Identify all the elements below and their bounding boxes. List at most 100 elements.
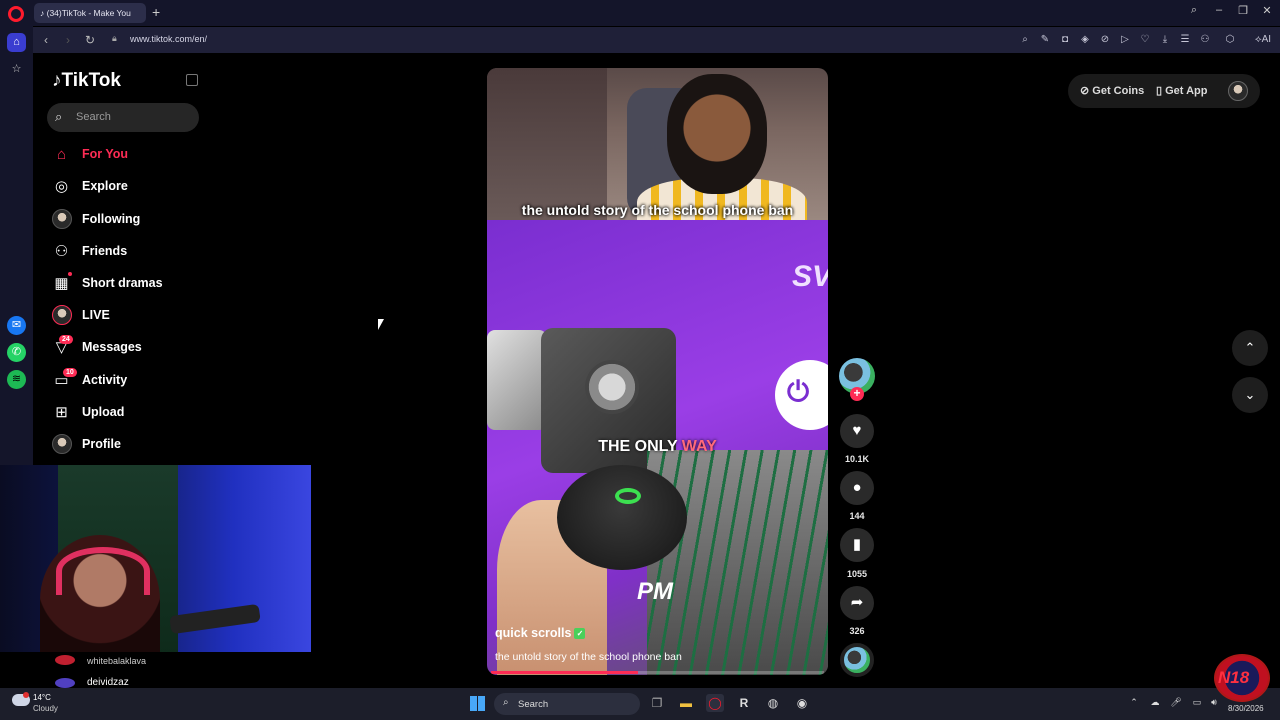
coin-icon: ⊘ xyxy=(1080,85,1093,97)
green-light-image xyxy=(615,488,641,504)
tiktok-note-icon: ♪ xyxy=(52,70,62,91)
edit-icon[interactable]: ✎ xyxy=(1038,33,1052,47)
browser-tab-bar xyxy=(0,0,1280,26)
vpn-icon[interactable]: ⊘ xyxy=(1098,33,1112,47)
webcam-overlay xyxy=(0,465,311,658)
address-toolbar xyxy=(33,27,1280,53)
taskbar-search-label: Search xyxy=(518,699,549,710)
tray-chevron-icon[interactable]: ⌃ xyxy=(1127,697,1141,708)
steam-taskbar-icon[interactable]: ◉ xyxy=(793,694,811,712)
lock-icon[interactable]: 🔒︎ xyxy=(112,33,117,44)
reload-button[interactable]: ↻ xyxy=(83,33,97,47)
comment-button[interactable]: ● xyxy=(840,471,874,505)
back-button[interactable]: ‹ xyxy=(39,33,53,47)
browser-tab[interactable]: ♪ (34)TikTok - Make You xyxy=(34,3,146,23)
activity-badge: 10 xyxy=(63,368,77,377)
maximize-button[interactable]: ❐ xyxy=(1233,4,1253,17)
taskbar-date[interactable]: 8/30/2026 xyxy=(1228,704,1264,713)
user-avatar[interactable] xyxy=(1228,81,1248,101)
previous-video-button[interactable]: ⌃ xyxy=(1232,330,1268,366)
follow-button[interactable]: + xyxy=(850,387,864,401)
heart-icon: ♥ xyxy=(852,422,862,439)
nav-messages[interactable]: ▽ 24 Messages xyxy=(47,334,207,362)
home-icon: ⌂ xyxy=(56,146,67,163)
chat-username: whitebalaklava xyxy=(87,656,147,666)
shield-icon[interactable]: ◈ xyxy=(1078,33,1092,47)
like-count: 10.1K xyxy=(844,454,870,464)
tray-mic-icon[interactable]: 🎤︎ xyxy=(1169,697,1183,708)
profile-icon[interactable]: ⚇ xyxy=(1198,33,1212,47)
star-icon[interactable]: ☆ xyxy=(7,60,26,79)
opera-taskbar-icon[interactable]: ◯ xyxy=(706,694,724,712)
bookmark-icon: ▮ xyxy=(852,536,862,553)
new-tab-button[interactable]: + xyxy=(152,4,166,20)
nav-short-dramas[interactable]: ▦ Short dramas xyxy=(47,270,207,298)
chevron-down-icon: ⌄ xyxy=(1244,387,1256,402)
nav-friends[interactable]: ⚇ Friends xyxy=(47,238,207,266)
close-window-button[interactable]: ✕ xyxy=(1257,4,1277,17)
nav-live[interactable]: LIVE xyxy=(47,302,207,330)
tab-search-icon[interactable]: ⌕ xyxy=(1184,4,1204,17)
windows-taskbar xyxy=(0,688,1280,720)
tiktok-logo[interactable]: ♪TikTok xyxy=(52,70,121,92)
like-button[interactable]: ♥ xyxy=(840,414,874,448)
music-disc-icon[interactable] xyxy=(840,643,874,677)
collapse-sidebar-icon[interactable] xyxy=(186,74,198,86)
headset-image xyxy=(56,547,150,595)
nav-activity[interactable]: ▭ 10 Activity xyxy=(47,367,207,395)
nav-profile[interactable]: Profile xyxy=(47,431,207,459)
nav-upload[interactable]: ⊞ Upload xyxy=(47,399,207,427)
video-progress-fill xyxy=(491,671,638,674)
verified-check-icon: ✓ xyxy=(574,628,586,640)
search-icon: ⌕ xyxy=(503,697,509,708)
chat-username: deividzaz xyxy=(87,677,129,688)
save-count: 1055 xyxy=(846,569,868,579)
get-app-button[interactable]: ▯ Get App xyxy=(1156,84,1207,97)
menu-icon[interactable]: ☰ xyxy=(1178,33,1192,47)
share-count: 326 xyxy=(849,626,865,636)
video-author[interactable]: quick scrolls ✓ xyxy=(495,626,586,640)
share-button[interactable]: ➦ xyxy=(840,586,874,620)
heart-icon[interactable]: ♡ xyxy=(1138,33,1152,47)
chat-avatar xyxy=(55,655,75,665)
nav-following[interactable]: Following xyxy=(47,206,207,234)
url-field[interactable]: www.tiktok.com/en/ xyxy=(130,34,207,44)
camera-icon[interactable]: ◘ xyxy=(1058,33,1072,47)
get-coins-button[interactable]: ⊘ Get Coins xyxy=(1080,84,1144,97)
next-video-button[interactable]: ⌄ xyxy=(1232,377,1268,413)
download-icon[interactable]: ⤓ xyxy=(1158,33,1172,47)
player-icon[interactable]: ▷ xyxy=(1118,33,1132,47)
video-player[interactable]: the untold story of the school phone ban… xyxy=(487,68,828,675)
tray-volume-icon[interactable]: 🔊︎ xyxy=(1207,697,1221,708)
friends-icon: ⚇ xyxy=(54,243,69,260)
messenger-icon[interactable]: ✉ xyxy=(7,316,26,335)
home-icon[interactable]: ⌂ xyxy=(7,33,26,52)
opera-logo-icon[interactable] xyxy=(8,6,24,22)
weather-alert-dot xyxy=(23,692,29,698)
nav-for-you[interactable]: ⌂ For You xyxy=(47,141,207,169)
minimize-button[interactable]: – xyxy=(1209,4,1229,16)
search-input[interactable] xyxy=(47,103,199,132)
windows-start-icon[interactable] xyxy=(470,696,485,711)
mouse-cursor xyxy=(378,319,384,330)
n18-logo-text: N18 xyxy=(1218,668,1250,687)
tray-cloud-icon[interactable]: ☁ xyxy=(1148,697,1162,708)
room-background xyxy=(487,68,607,220)
chrome-taskbar-icon[interactable]: ◍ xyxy=(764,694,782,712)
app-taskbar-icon[interactable]: R xyxy=(735,694,753,712)
extension-icon[interactable]: ⬡ xyxy=(1223,33,1237,47)
task-view-icon[interactable]: ❐ xyxy=(648,694,666,712)
spotify-icon[interactable]: ≋ xyxy=(7,370,26,389)
search-page-icon[interactable]: ⌕ xyxy=(1018,33,1032,47)
profile-avatar-icon xyxy=(52,434,72,454)
ai-button[interactable]: ⟡AI xyxy=(1253,33,1273,47)
tray-display-icon[interactable]: ▭ xyxy=(1190,697,1204,708)
whatsapp-icon[interactable]: ✆ xyxy=(7,343,26,362)
nav-explore[interactable]: ◎ Explore xyxy=(47,173,207,201)
taskbar-search-input[interactable] xyxy=(494,693,640,715)
file-explorer-icon[interactable]: ▬ xyxy=(677,694,695,712)
video-progress-bar[interactable] xyxy=(491,671,824,674)
film-icon: ▦ xyxy=(54,275,69,292)
forward-button[interactable]: › xyxy=(61,33,75,47)
save-button[interactable]: ▮ xyxy=(840,528,874,562)
